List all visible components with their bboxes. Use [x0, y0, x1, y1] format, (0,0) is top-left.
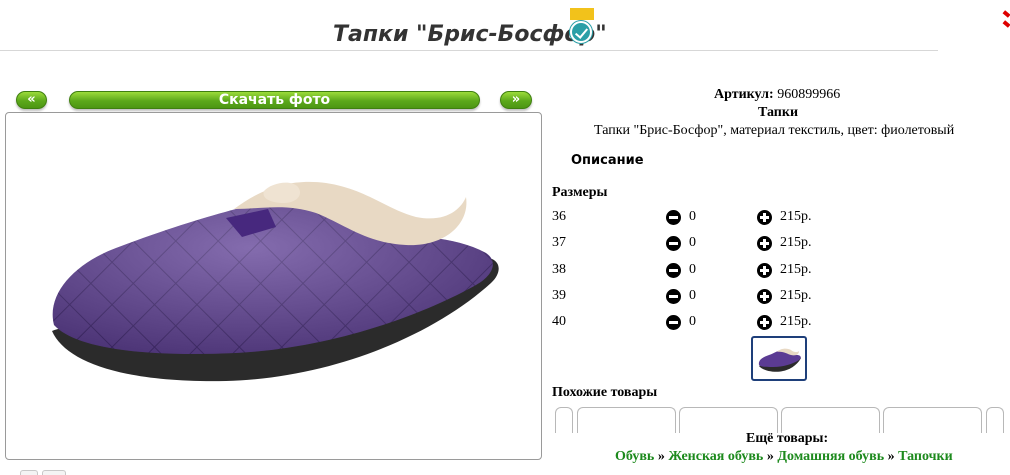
quantity-value: 0 [689, 235, 696, 250]
download-photo-button[interactable]: Скачать фото [69, 91, 480, 109]
slipper-thumbnail-image [758, 348, 801, 372]
plus-icon[interactable] [757, 210, 772, 225]
slipper-image [52, 181, 499, 382]
minus-icon[interactable] [666, 289, 681, 304]
price-value: 215р. [780, 235, 812, 250]
favorite-badge[interactable] [570, 8, 594, 43]
size-label: 36 [552, 209, 566, 224]
price-value: 215р. [780, 262, 812, 277]
thumbnail-tab[interactable] [42, 470, 66, 475]
breadcrumb-separator: » [657, 449, 665, 464]
similar-item[interactable] [986, 407, 1004, 433]
article-line: Артикул: 960899966 [714, 87, 840, 103]
breadcrumb-link-women[interactable]: Женская обувь [668, 449, 763, 464]
minus-icon[interactable] [666, 315, 681, 330]
similar-item[interactable] [883, 407, 982, 433]
size-row: 40 0 215р. [552, 314, 852, 334]
plus-icon[interactable] [757, 263, 772, 278]
price-value: 215р. [780, 288, 812, 303]
price-value: 215р. [780, 314, 812, 329]
quantity-value: 0 [689, 209, 696, 224]
minus-icon[interactable] [666, 236, 681, 251]
product-header: Тапки "Брис-Босфор" [0, 8, 1010, 50]
article-label: Артикул: [714, 87, 774, 102]
close-icon[interactable] [1002, 8, 1010, 38]
size-row: 39 0 215р. [552, 288, 852, 308]
plus-icon[interactable] [757, 289, 772, 304]
header-divider [0, 50, 938, 51]
breadcrumb-separator: » [887, 449, 895, 464]
size-row: 36 0 215р. [552, 209, 852, 229]
minus-icon[interactable] [666, 210, 681, 225]
product-photo[interactable] [5, 112, 542, 460]
article-value: 960899966 [777, 87, 841, 102]
quantity-value: 0 [689, 262, 696, 277]
similar-item[interactable] [781, 407, 880, 433]
more-products-heading: Ещё товары: [746, 431, 829, 446]
check-icon [570, 21, 592, 43]
size-row: 37 0 215р. [552, 235, 852, 255]
thumbnail-tab[interactable] [20, 470, 38, 475]
product-type: Тапки [758, 105, 799, 120]
minus-icon[interactable] [666, 263, 681, 278]
prev-photo-button[interactable]: « [16, 91, 47, 109]
plus-icon[interactable] [757, 315, 772, 330]
plus-icon[interactable] [757, 236, 772, 251]
breadcrumb: Обувь » Женская обувь » Домашняя обувь »… [615, 449, 953, 465]
next-photo-button[interactable]: » [500, 91, 532, 109]
product-description: Тапки "Брис-Босфор", материал текстиль, … [594, 123, 955, 138]
page-title: Тапки "Брис-Босфор" [333, 22, 607, 47]
sizes-heading: Размеры [552, 185, 608, 200]
quantity-value: 0 [689, 288, 696, 303]
price-value: 215р. [780, 209, 812, 224]
quantity-value: 0 [689, 314, 696, 329]
product-thumbnail[interactable] [751, 336, 807, 381]
breadcrumb-separator: » [766, 449, 774, 464]
similar-item[interactable] [577, 407, 676, 433]
breadcrumb-link-footwear[interactable]: Обувь [615, 449, 654, 464]
similar-item[interactable] [679, 407, 778, 433]
size-label: 39 [552, 288, 566, 303]
description-heading[interactable]: Описание [571, 153, 644, 168]
similar-heading: Похожие товары [552, 385, 658, 400]
size-label: 37 [552, 235, 566, 250]
similar-item[interactable] [555, 407, 573, 433]
size-label: 40 [552, 314, 566, 329]
size-label: 38 [552, 262, 566, 277]
breadcrumb-link-home[interactable]: Домашняя обувь [777, 449, 884, 464]
bookmark-icon [570, 8, 594, 20]
similar-carousel [555, 407, 1005, 433]
size-row: 38 0 215р. [552, 262, 852, 282]
breadcrumb-link-slippers[interactable]: Тапочки [898, 449, 953, 464]
